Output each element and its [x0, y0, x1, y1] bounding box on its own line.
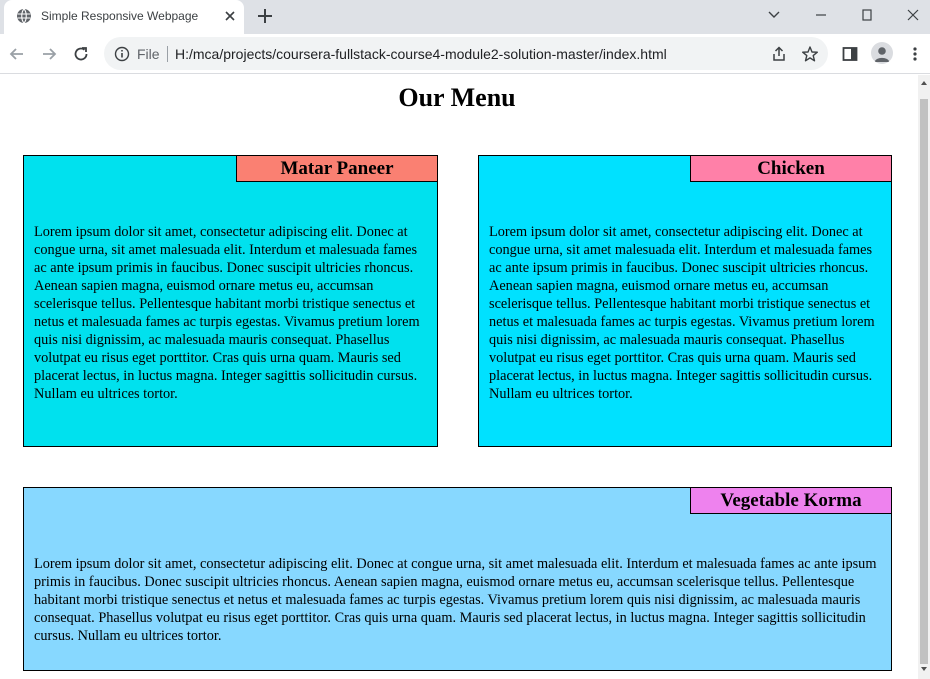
scroll-down-arrow-icon[interactable]: [921, 667, 927, 671]
url-text[interactable]: H:/mca/projects/coursera-fullstack-cours…: [175, 46, 667, 62]
close-icon[interactable]: [222, 8, 238, 24]
tab-title: Simple Responsive Webpage: [41, 9, 199, 23]
tab-strip: Simple Responsive Webpage: [0, 0, 930, 34]
reload-icon: [74, 47, 88, 61]
page-title: Our Menu: [398, 83, 516, 112]
forward-button[interactable]: [37, 42, 61, 66]
card-label: Chicken: [690, 156, 891, 182]
vertical-scrollbar[interactable]: [918, 75, 930, 679]
card-text: Lorem ipsum dolor sit amet, consectetur …: [34, 224, 420, 402]
side-panel-button[interactable]: [840, 44, 860, 64]
address-bar[interactable]: File H:/mca/projects/coursera-fullstack-…: [104, 37, 828, 70]
back-button[interactable]: [5, 42, 29, 66]
tab-search-button[interactable]: [751, 0, 797, 30]
file-label: File: [137, 46, 160, 62]
maximize-icon: [862, 9, 872, 21]
maximize-button[interactable]: [844, 0, 890, 30]
share-icon[interactable]: [770, 45, 788, 63]
plus-icon[interactable]: [255, 6, 275, 26]
back-icon: [9, 48, 23, 60]
menu-card-chicken: Chicken Lorem ipsum dolor sit amet, cons…: [478, 155, 892, 447]
minimize-button[interactable]: [798, 0, 844, 30]
profile-button[interactable]: [871, 42, 893, 64]
card-text: Lorem ipsum dolor sit amet, consectetur …: [489, 224, 875, 402]
card-text: Lorem ipsum dolor sit amet, consectetur …: [34, 556, 877, 644]
chevron-down-icon: [768, 11, 780, 18]
scrollbar-thumb[interactable]: [920, 99, 928, 664]
minimize-icon: [816, 14, 826, 16]
more-icon: [913, 47, 917, 61]
close-window-button[interactable]: [890, 0, 930, 30]
star-icon[interactable]: [801, 45, 819, 63]
card-label: Vegetable Korma: [690, 488, 891, 514]
more-menu-button[interactable]: [905, 44, 925, 64]
browser-toolbar: File H:/mca/projects/coursera-fullstack-…: [0, 34, 930, 74]
forward-icon: [43, 48, 57, 60]
scroll-up-arrow-icon[interactable]: [921, 81, 927, 85]
globe-icon: [17, 8, 31, 24]
menu-card-matar-paneer: Matar Paneer Lorem ipsum dolor sit amet,…: [23, 155, 438, 447]
menu-card-vegetable-korma: Vegetable Korma Lorem ipsum dolor sit am…: [23, 487, 892, 671]
browser-tab[interactable]: Simple Responsive Webpage: [4, 0, 244, 34]
omnibox-divider: [167, 46, 168, 62]
side-panel-icon: [842, 47, 858, 61]
close-window-icon: [907, 9, 919, 21]
page-viewport: Our Menu Matar Paneer Lorem ipsum dolor …: [0, 75, 918, 679]
info-icon[interactable]: [114, 46, 130, 62]
profile-icon: [874, 47, 890, 62]
reload-button[interactable]: [69, 42, 93, 66]
card-label: Matar Paneer: [236, 156, 437, 182]
